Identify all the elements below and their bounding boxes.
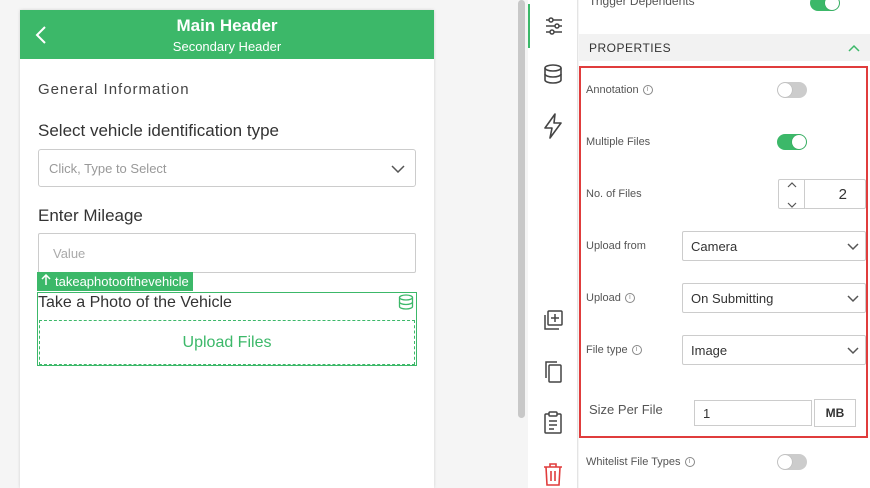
field-tag[interactable]: takeaphotoofthevehicle: [37, 272, 193, 291]
section-title: General Information: [38, 81, 190, 98]
chevron-down-icon: [847, 291, 859, 306]
stepper-arrows[interactable]: [779, 180, 805, 208]
multiple-files-label: Multiple Files: [586, 136, 650, 148]
annotation-label-text: Annotation: [586, 84, 639, 96]
annotation-label: Annotation i: [586, 84, 653, 96]
arrow-up-icon: [41, 273, 51, 289]
file-type-label: File type i: [586, 344, 642, 356]
num-files-value[interactable]: 2: [805, 180, 865, 208]
upload-from-label: Upload from: [586, 240, 646, 252]
header-title: Main Header: [176, 16, 278, 35]
copy-icon[interactable]: [528, 350, 578, 394]
upload-files-button[interactable]: Upload Files: [39, 320, 415, 365]
chevron-left-icon[interactable]: [30, 22, 52, 48]
properties-title: PROPERTIES: [589, 40, 672, 55]
file-type-label-text: File type: [586, 344, 628, 356]
add-copy-icon[interactable]: [528, 298, 578, 342]
size-per-file-input[interactable]: 1: [694, 400, 812, 426]
chevron-down-icon: [847, 343, 859, 358]
file-type-select[interactable]: Image: [682, 335, 866, 365]
vehicle-id-placeholder: Click, Type to Select: [49, 160, 167, 176]
mileage-label: Enter Mileage: [38, 206, 143, 225]
num-files-label-text: No. of Files: [586, 188, 642, 200]
toggle-knob: [778, 83, 792, 97]
upload-from-select[interactable]: Camera: [682, 231, 866, 261]
photo-upload-field[interactable]: Take a Photo of the Vehicle Upload Files: [37, 292, 417, 366]
upload-from-value: Camera: [691, 238, 738, 254]
vehicle-id-select[interactable]: Click, Type to Select: [38, 149, 416, 187]
chevron-down-icon[interactable]: [787, 195, 797, 213]
properties-panel: Trigger Dependents PROPERTIES Annotation…: [579, 0, 870, 488]
toggle-knob: [825, 0, 839, 10]
info-icon: i: [684, 457, 695, 467]
form-header: Main Header Secondary Header: [20, 10, 434, 59]
chevron-up-icon[interactable]: [787, 175, 797, 193]
trigger-dependents-toggle[interactable]: [810, 0, 840, 11]
sliders-icon[interactable]: [528, 4, 578, 48]
tool-rail: [528, 0, 578, 488]
photo-label: Take a Photo of the Vehicle: [38, 294, 232, 311]
whitelist-toggle[interactable]: [777, 454, 807, 470]
trash-icon[interactable]: [528, 452, 578, 488]
info-icon: i: [624, 293, 635, 303]
trigger-dependents-label: Trigger Dependents: [589, 0, 695, 8]
num-files-label: No. of Files: [586, 188, 642, 200]
whitelist-label-text: Whitelist File Types: [586, 456, 681, 468]
multiple-files-toggle[interactable]: [777, 134, 807, 150]
multiple-files-label-text: Multiple Files: [586, 136, 651, 148]
header-subtitle: Secondary Header: [172, 39, 282, 54]
num-files-stepper[interactable]: 2: [778, 179, 866, 209]
database-icon[interactable]: [528, 52, 578, 96]
field-tag-label: takeaphotoofthevehicle: [55, 274, 189, 289]
database-icon: [398, 294, 414, 315]
preview-scrollbar[interactable]: [518, 0, 525, 418]
clipboard-icon[interactable]: [528, 400, 578, 444]
annotation-toggle[interactable]: [777, 82, 807, 98]
mileage-placeholder: Value: [53, 245, 86, 261]
size-per-file-label-text: Size Per File: [589, 402, 663, 417]
chevron-down-icon: [847, 239, 859, 254]
file-type-value: Image: [691, 342, 728, 358]
info-icon: i: [642, 85, 653, 95]
chevron-down-icon: [391, 161, 405, 176]
size-per-file-label: Size Per File: [589, 402, 663, 417]
upload-from-label-text: Upload from: [586, 240, 646, 252]
toggle-knob: [778, 455, 792, 469]
chevron-up-icon[interactable]: [848, 41, 860, 55]
upload-timing-value: On Submitting: [691, 290, 774, 306]
vehicle-id-label: Select vehicle identification type: [38, 121, 279, 140]
properties-section-header[interactable]: PROPERTIES: [579, 34, 870, 61]
toggle-knob: [792, 135, 806, 149]
whitelist-label: Whitelist File Types i: [586, 456, 695, 468]
size-unit-button[interactable]: MB: [814, 399, 856, 427]
upload-timing-select[interactable]: On Submitting: [682, 283, 866, 313]
info-icon: i: [631, 345, 642, 355]
upload-label: Upload i: [586, 292, 635, 304]
form-preview: Main Header Secondary Header General Inf…: [20, 10, 434, 488]
mileage-input[interactable]: Value: [38, 233, 416, 273]
upload-label-text: Upload: [586, 292, 621, 304]
lightning-icon[interactable]: [528, 104, 578, 148]
